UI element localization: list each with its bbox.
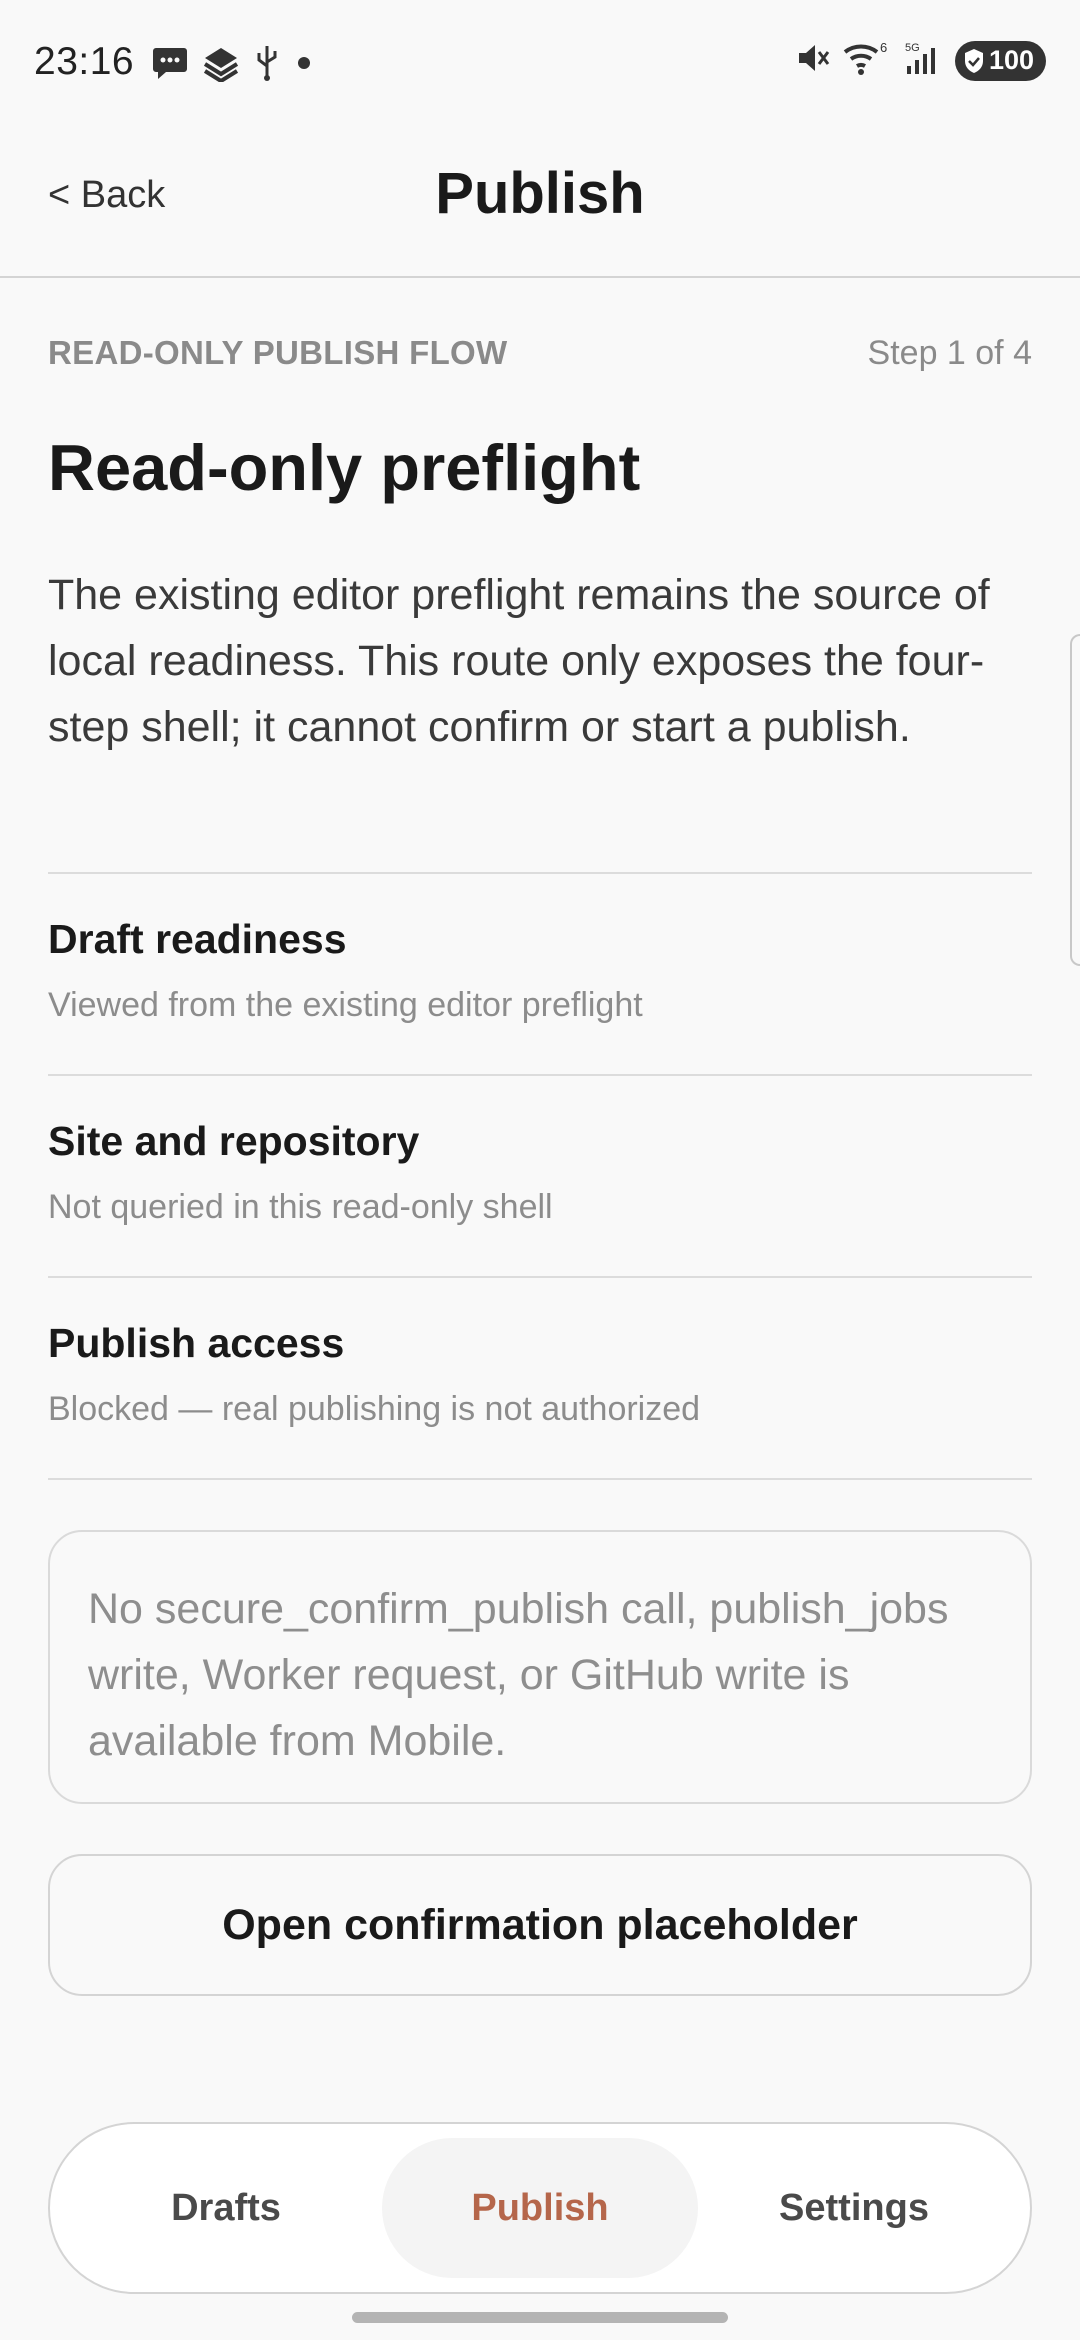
flow-description: The existing editor preflight remains th… [48, 571, 990, 751]
tab-drafts[interactable]: Drafts [68, 2138, 384, 2278]
checklist-item-publish-access: Publish access Blocked — real publishing… [48, 1276, 1032, 1480]
dot-icon [294, 53, 314, 78]
open-confirmation-placeholder-button[interactable]: Open confirmation placeholder [48, 1854, 1032, 1996]
step-indicator: Step 1 of 4 [867, 334, 1032, 372]
flow-eyebrow: READ-ONLY PUBLISH FLOW [48, 334, 508, 371]
scroll-indicator[interactable] [1070, 634, 1080, 966]
stack-icon [202, 44, 240, 87]
signal-label: 5G [905, 42, 920, 54]
checklist-item-title: Site and repository [48, 1118, 420, 1164]
status-right-icons: 6 5G 100 [795, 40, 1046, 81]
app-header: < Back Publish [0, 130, 1080, 278]
notice-box: No secure_confirm_publish call, publish_… [48, 1530, 1032, 1804]
signal-icon: 5G [903, 40, 943, 81]
status-time: 23:16 [34, 40, 135, 83]
mute-icon [795, 40, 831, 81]
checklist-item-site-and-repository: Site and repository Not queried in this … [48, 1074, 1032, 1278]
checklist-item-title: Draft readiness [48, 916, 347, 962]
bottom-nav: Drafts Publish Settings [48, 2122, 1032, 2294]
page-header-title: Publish [435, 161, 645, 226]
usb-icon [254, 44, 280, 87]
chat-icon [152, 46, 188, 85]
status-bar: 23:16 6 5G 100 [0, 0, 1080, 130]
page-title: Read-only preflight [48, 431, 641, 504]
checklist-item-title: Publish access [48, 1320, 345, 1366]
tab-publish[interactable]: Publish [382, 2138, 698, 2278]
home-indicator[interactable] [352, 2312, 728, 2323]
checklist-item-draft-readiness: Draft readiness Viewed from the existing… [48, 872, 1032, 1076]
wifi-icon: 6 [843, 40, 891, 81]
checklist-divider [48, 1478, 1032, 1480]
shield-icon [964, 48, 983, 73]
tab-settings[interactable]: Settings [696, 2138, 1012, 2278]
status-left-icons [152, 44, 314, 87]
checklist-item-subtitle: Blocked — real publishing is not authori… [48, 1390, 701, 1428]
checklist-item-subtitle: Viewed from the existing editor prefligh… [48, 986, 643, 1024]
battery-indicator: 100 [954, 40, 1046, 81]
wifi-label: 6 [880, 40, 887, 55]
checklist-item-subtitle: Not queried in this read-only shell [48, 1188, 553, 1226]
battery-level: 100 [988, 45, 1034, 75]
